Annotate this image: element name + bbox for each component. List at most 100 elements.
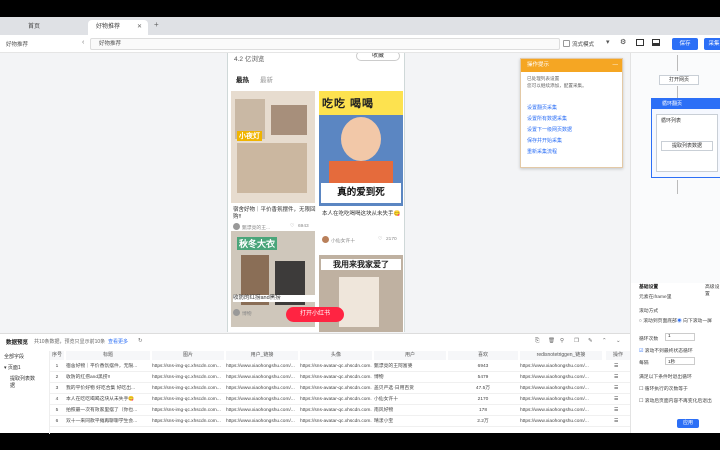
note-image-text: 秋冬大衣: [237, 237, 278, 250]
mode-checkbox[interactable]: [563, 40, 570, 47]
gear-icon[interactable]: ⚙: [620, 38, 626, 46]
note-title[interactable]: 宿舍好物｜平价香氛摆件，无限回购!!: [233, 207, 317, 221]
popup-link[interactable]: 保存并开始采集: [527, 137, 562, 144]
table-row[interactable]: 3 我的平价好物 好吃合集 好吃出... https://sns-img-qc.xh…: [50, 383, 630, 394]
table-cell: https://sns-img-qc.xhscdn.com...: [152, 408, 221, 413]
table-cell: https://www.xiaohongshu.com/...: [226, 408, 295, 413]
run-button[interactable]: 采集: [704, 38, 720, 50]
refresh-icon[interactable]: ↻: [138, 338, 143, 344]
tab-basic-settings[interactable]: 基础设置: [639, 283, 658, 290]
sidebar-item-extract[interactable]: 提取列表数据: [0, 373, 49, 391]
stop-check-count[interactable]: ☐ 循环执行的次数等于: [639, 385, 688, 392]
table-cell: 2: [55, 375, 59, 380]
sort-tab-hot[interactable]: 最热: [236, 74, 249, 84]
table-row[interactable]: 4 本人在吃吃喝喝这块从未失手😋 https://sns-img-qc.xhscdn…: [50, 394, 630, 405]
column-header: 用户: [374, 351, 446, 360]
data-summary: 共10条数据，预览只显示前10条: [34, 339, 106, 345]
workflow-loop-block[interactable]: 循环翻页 循环列表 提取列表数据: [651, 98, 720, 178]
collect-button[interactable]: 收藏: [356, 53, 400, 61]
collapse-icon[interactable]: ⌄: [616, 338, 621, 344]
table-row[interactable]: 5 拍照最一次有效家里摆了（你也... https://sns-img-qc.xhs…: [50, 405, 630, 416]
workflow-extract[interactable]: 提取列表数据: [661, 141, 713, 151]
note-likes: 2170: [386, 237, 397, 242]
table-cell: https://sns-img-qc.xhscdn.com...: [152, 364, 221, 369]
workflow-open-page[interactable]: 打开网页: [659, 75, 699, 85]
stop-condition-label: 满足以下条件时退出循环: [639, 375, 692, 380]
table-cell: https://sns-avatar-qc.xhscdn.com...: [300, 386, 372, 391]
row-menu-icon[interactable]: ☰: [614, 394, 618, 405]
filter-icon[interactable]: ⚲: [560, 338, 564, 344]
table-cell: https://sns-avatar-qc.xhscdn.com...: [300, 397, 372, 402]
avatar: [233, 223, 240, 230]
note-title[interactable]: 本人在吃吃喝喝这块从未失手😋: [322, 211, 402, 218]
loop-title: 循环翻页: [652, 99, 720, 109]
row-menu-icon[interactable]: ☰: [614, 383, 618, 394]
count-label: 循环次数: [639, 337, 659, 342]
scroll-option-screen[interactable]: ◉ 向下滚动一屏: [677, 317, 712, 324]
row-menu-icon[interactable]: ☰: [614, 361, 618, 372]
checkbox-icon: ☐: [639, 387, 644, 392]
save-button[interactable]: 保存: [672, 38, 698, 50]
new-tab-icon[interactable]: +: [154, 20, 159, 29]
open-app-button[interactable]: 打开小红书: [286, 307, 344, 322]
data-preview-panel: 数据预览 共10条数据，预览只显示前10条 查看更多 ↻ ⎘ 🗑 ⚲ ❐ ✎ ⌃…: [0, 333, 630, 434]
table-row[interactable]: 6 双十一来同款平摊再聊聊学生会... https://sns-img-qc.xhs…: [50, 416, 630, 427]
heart-icon[interactable]: ♡: [290, 224, 294, 229]
scroll-option-bottom[interactable]: ○ 滚动到页面底部: [639, 317, 677, 324]
panel-icon[interactable]: [652, 39, 660, 46]
address-input[interactable]: 好物推荐: [90, 38, 560, 50]
popup-desc: 您可以继续添加，配置采集。: [527, 83, 587, 88]
heart-icon[interactable]: ♡: [378, 237, 382, 242]
sidebar-item-page1[interactable]: ▾ 页面1: [0, 362, 49, 373]
dropdown-icon[interactable]: ▾: [606, 38, 610, 46]
table-row[interactable]: 1 宿舍好物｜平价香氛摆件，无限... https://sns-img-qc.xhs…: [50, 361, 630, 372]
popup-link[interactable]: 重新采集流程: [527, 148, 557, 155]
table-cell: 2170: [477, 397, 489, 402]
column-header: 操作: [606, 351, 630, 360]
minimize-icon[interactable]: —: [613, 59, 619, 72]
edit-icon[interactable]: ✎: [588, 338, 593, 344]
loop-mode-label[interactable]: ☑ 滚动不到最终状态循环: [639, 347, 693, 354]
iframe-option[interactable]: 元素在iframe里: [639, 293, 672, 300]
scroll-method-label: 滚动方式: [639, 309, 659, 314]
popup-link[interactable]: 设置翻页采集: [527, 104, 557, 111]
close-tab-icon[interactable]: ✕: [137, 20, 142, 35]
sort-tab-new[interactable]: 最新: [260, 74, 273, 84]
interval-select[interactable]: 1秒: [665, 357, 695, 365]
table-cell: 博物: [374, 375, 384, 380]
tab-recommend[interactable]: 好物推荐 ✕: [88, 20, 148, 35]
note-image[interactable]: 吃吃 喝喝 真的爱到死: [319, 91, 403, 206]
expand-icon[interactable]: ⌃: [602, 338, 607, 344]
data-preview-tab[interactable]: 数据预览: [6, 338, 28, 346]
apply-button[interactable]: 应用: [677, 419, 699, 428]
export-icon[interactable]: ⎘: [535, 338, 539, 345]
stop-check-unchanged[interactable]: ☐ 滚动后页面内容不再变化后退出: [639, 397, 712, 404]
delete-icon[interactable]: 🗑: [548, 338, 555, 344]
note-image[interactable]: 小夜灯: [231, 91, 315, 203]
row-menu-icon[interactable]: ☰: [614, 372, 618, 383]
run-button-label: 采集: [708, 41, 720, 47]
table-row[interactable]: 2 收防的红捞and黑捞!! https://sns-img-qc.xhscdn.c…: [50, 372, 630, 383]
workflow-loop-list[interactable]: 循环列表 提取列表数据: [656, 114, 718, 172]
view-more-link[interactable]: 查看更多: [108, 338, 128, 345]
tab-advanced-settings[interactable]: 高级设置: [705, 283, 720, 297]
sidebar-item-all[interactable]: 全部字段: [0, 351, 49, 362]
row-menu-icon[interactable]: ☰: [614, 405, 618, 416]
count-input[interactable]: 1: [665, 333, 695, 341]
row-menu-icon[interactable]: ☰: [614, 416, 618, 427]
popup-link[interactable]: 设置所有数据采集: [527, 115, 567, 122]
tab-home[interactable]: 首页: [20, 20, 80, 35]
table-cell: 6943: [477, 364, 489, 369]
column-header: 序号: [50, 351, 64, 360]
back-icon[interactable]: ‹: [82, 39, 84, 46]
open-app-label: 打开小红书: [299, 311, 330, 317]
copy-icon[interactable]: ❐: [574, 338, 579, 344]
table-cell: 宿舍好物｜平价香氛摆件，无限...: [66, 364, 138, 369]
layout-icon[interactable]: [636, 39, 644, 46]
apply-label: 应用: [682, 420, 693, 426]
table-cell: 小仙女许十: [374, 397, 398, 402]
popup-link[interactable]: 设置下一级网页数据: [527, 126, 572, 133]
note-title[interactable]: 收防的红捞and黑捞: [233, 295, 317, 302]
open-page-label: 打开网页: [668, 77, 689, 83]
page-label: 好物推荐: [6, 42, 29, 48]
